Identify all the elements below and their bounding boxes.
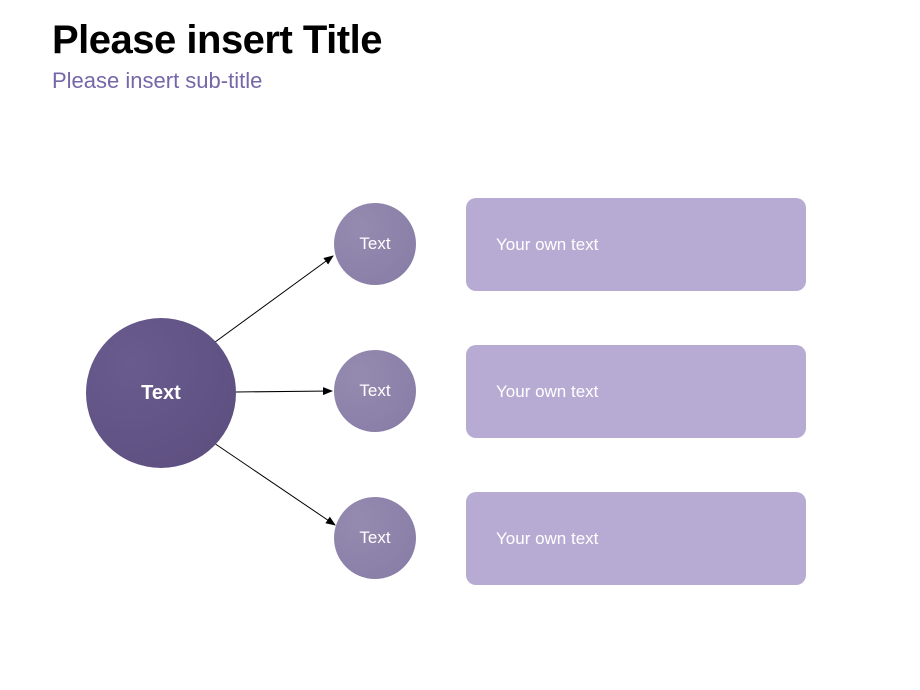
- branch-textbox-1[interactable]: Your own text: [466, 198, 806, 291]
- branch-circle-1-label: Text: [359, 234, 390, 254]
- main-node-circle[interactable]: Text: [86, 318, 236, 468]
- branch-textbox-2-text: Your own text: [496, 382, 598, 402]
- page-subtitle[interactable]: Please insert sub-title: [52, 68, 262, 94]
- branch-circle-2-label: Text: [359, 381, 390, 401]
- branch-circle-3-label: Text: [359, 528, 390, 548]
- main-node-label: Text: [141, 382, 181, 405]
- branch-textbox-2[interactable]: Your own text: [466, 345, 806, 438]
- branch-textbox-3-text: Your own text: [496, 529, 598, 549]
- branch-circle-2[interactable]: Text: [334, 350, 416, 432]
- branch-textbox-3[interactable]: Your own text: [466, 492, 806, 585]
- branch-textbox-1-text: Your own text: [496, 235, 598, 255]
- arrow-to-branch-2: [236, 391, 332, 392]
- branch-circle-3[interactable]: Text: [334, 497, 416, 579]
- arrow-to-branch-3: [211, 441, 335, 525]
- page-title[interactable]: Please insert Title: [52, 18, 382, 63]
- arrow-to-branch-1: [211, 256, 333, 345]
- branch-circle-1[interactable]: Text: [334, 203, 416, 285]
